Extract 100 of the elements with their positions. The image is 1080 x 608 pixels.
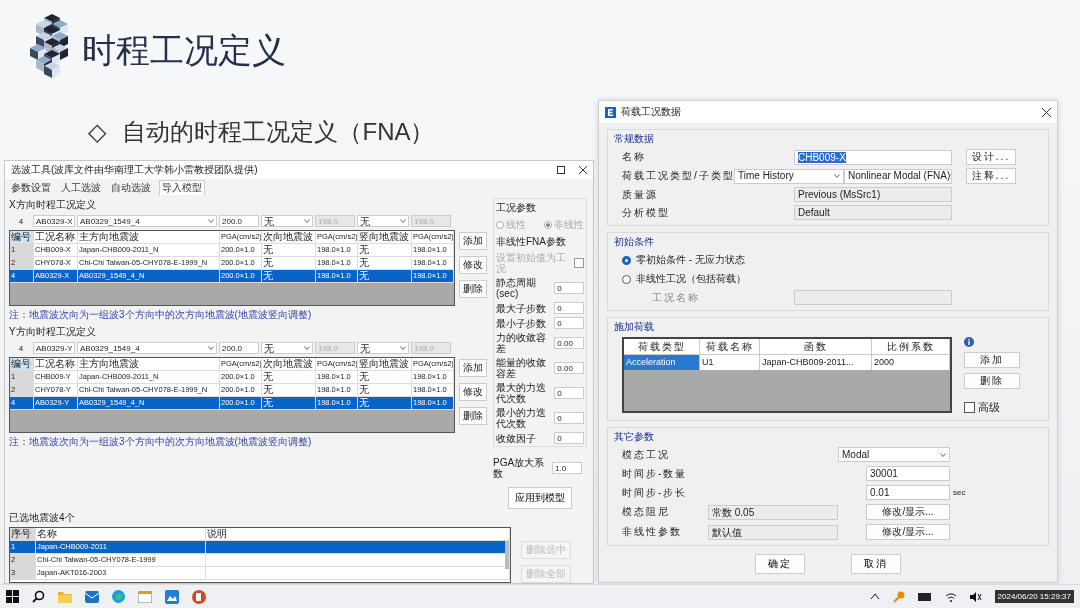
field-label: 工况名称	[651, 290, 701, 305]
unit-label: sec	[952, 488, 967, 497]
dropdown[interactable]: 无	[357, 215, 409, 227]
table-cell: 无	[262, 397, 316, 410]
search-icon[interactable]	[32, 590, 45, 603]
count-label: 4	[17, 343, 25, 353]
modify-button[interactable]: 修改/显示...	[866, 504, 950, 520]
input-field[interactable]: AB0329-X	[33, 215, 75, 227]
load-action-button[interactable]: 添加	[964, 352, 1020, 368]
modal-dropdown[interactable]: Modal	[838, 447, 950, 462]
dropdown[interactable]: AB0329_1549_4	[77, 215, 217, 227]
input-field[interactable]: 0	[554, 432, 584, 444]
info-icon[interactable]	[964, 337, 974, 347]
dialog-button[interactable]: 确定	[755, 554, 805, 574]
tab[interactable]: 参数设置	[9, 180, 53, 195]
presentation-icon[interactable]	[192, 589, 206, 604]
dialog-button[interactable]: 取消	[851, 554, 901, 574]
group-heading: Y方向时程工况定义	[9, 325, 97, 339]
list-heading: 已选地震波4个	[9, 511, 76, 525]
tab[interactable]: 人工选波	[59, 180, 103, 195]
radio-icon[interactable]	[622, 255, 631, 265]
dropdown[interactable]: 无	[261, 215, 313, 227]
radio-option[interactable]: 非线性工况（包括荷载）	[622, 271, 1040, 287]
caret-icon[interactable]	[940, 452, 946, 457]
input-field[interactable]: 0.00	[554, 337, 584, 349]
field-label: 荷载工况类型/子类型	[622, 169, 734, 183]
tab[interactable]: 导入模型	[159, 180, 205, 195]
tab[interactable]: 自动选波	[109, 180, 153, 195]
start-icon[interactable]	[6, 590, 19, 603]
input-field[interactable]: 1.0	[552, 462, 582, 474]
window-icon[interactable]	[138, 590, 152, 603]
model-field: Default	[794, 205, 952, 220]
table-cell[interactable]: U1	[700, 354, 760, 370]
type-dropdown[interactable]: Time History	[734, 168, 844, 184]
field-label: 静态周期(sec)	[496, 277, 537, 299]
column-header: 比例系数	[872, 339, 950, 354]
checkbox[interactable]	[964, 402, 975, 413]
caret-icon[interactable]	[208, 346, 214, 350]
note-text: 注：地震波次向为一组波3个方向中的次方向地震波(地震波竖向调整)	[9, 308, 313, 322]
input-field[interactable]: 0	[554, 412, 584, 424]
field-label: 名称	[622, 150, 647, 164]
table-action-button[interactable]: 添加	[459, 232, 487, 250]
mail-icon[interactable]	[85, 590, 99, 603]
table-action-button[interactable]: 删除	[459, 280, 487, 298]
table-action-button[interactable]: 删除	[459, 407, 487, 425]
section-heading: 其它参数	[614, 430, 655, 444]
chevron-icon[interactable]	[869, 593, 880, 600]
input-field[interactable]: 200.0	[219, 215, 259, 227]
speaker-icon[interactable]	[969, 591, 982, 602]
table-cell[interactable]: Japan-CHB009-2011...	[760, 354, 872, 370]
steps-field[interactable]: 30001	[866, 466, 950, 481]
table-action-button[interactable]: 修改	[459, 383, 487, 401]
caret-icon[interactable]	[400, 346, 406, 350]
radio-option[interactable]: 零初始条件 - 无应力状态	[622, 252, 1040, 268]
dropdown[interactable]: 无	[261, 342, 313, 354]
bullet-text: 自动的时程工况定义（FNA）	[122, 117, 435, 147]
close-icon[interactable]	[579, 166, 587, 174]
design-button[interactable]: 设计...	[966, 149, 1016, 165]
caret-icon[interactable]	[304, 346, 310, 350]
input-field[interactable]: 200.0	[219, 342, 259, 354]
app-icon	[605, 106, 616, 118]
checkbox-option[interactable]: 高级	[964, 400, 1020, 415]
caret-icon[interactable]	[834, 174, 840, 178]
modify-button[interactable]: 修改/显示...	[866, 524, 950, 540]
table-action-button[interactable]: 修改	[459, 256, 487, 274]
input-field[interactable]: 0	[554, 282, 584, 294]
apply-button[interactable]: 应用到模型	[508, 487, 572, 509]
caret-icon[interactable]	[400, 219, 406, 223]
input-field[interactable]: 0.00	[554, 362, 584, 374]
input-field[interactable]: 0	[554, 387, 584, 399]
scrollbar[interactable]	[505, 541, 509, 569]
input-field[interactable]: 0	[554, 302, 584, 314]
field-label: 时间步-步长	[622, 485, 689, 500]
name-field[interactable]: CHB009-X	[794, 149, 952, 165]
subtype-dropdown[interactable]: Nonlinear Modal (FNA)	[844, 168, 952, 184]
step-size-field[interactable]: 0.01	[866, 485, 950, 500]
app-icon[interactable]	[165, 589, 179, 604]
table-cell[interactable]: 2000	[872, 354, 950, 370]
load-action-button[interactable]: 删除	[964, 373, 1020, 389]
dropdown[interactable]: AB0329_1549_4	[77, 342, 217, 354]
notes-button[interactable]: 注释...	[966, 168, 1016, 184]
input-field[interactable]: AB0329-Y	[33, 342, 75, 354]
key-icon[interactable]	[892, 590, 905, 603]
field-label: 最大子步数	[496, 302, 547, 314]
input-field[interactable]: 0	[554, 317, 584, 329]
wifi-icon[interactable]	[944, 591, 957, 602]
field-label: 最小子步数	[496, 317, 547, 329]
close-icon[interactable]	[1042, 107, 1051, 117]
caret-icon[interactable]	[208, 219, 214, 223]
dropdown[interactable]: 无	[357, 342, 409, 354]
browser-icon[interactable]	[112, 590, 125, 603]
field-label: 收敛因子	[496, 432, 537, 444]
radio-icon[interactable]	[622, 274, 631, 284]
field-label: 力的收敛容差	[496, 332, 547, 354]
table-cell[interactable]: Acceleration	[624, 354, 700, 370]
field-label: 质量源	[622, 187, 659, 202]
maximize-icon[interactable]	[557, 166, 565, 174]
table-action-button[interactable]: 添加	[459, 359, 487, 377]
caret-icon[interactable]	[304, 219, 310, 223]
note-text: 注：地震波次向为一组波3个方向中的次方向地震波(地震波竖向调整)	[9, 435, 313, 449]
